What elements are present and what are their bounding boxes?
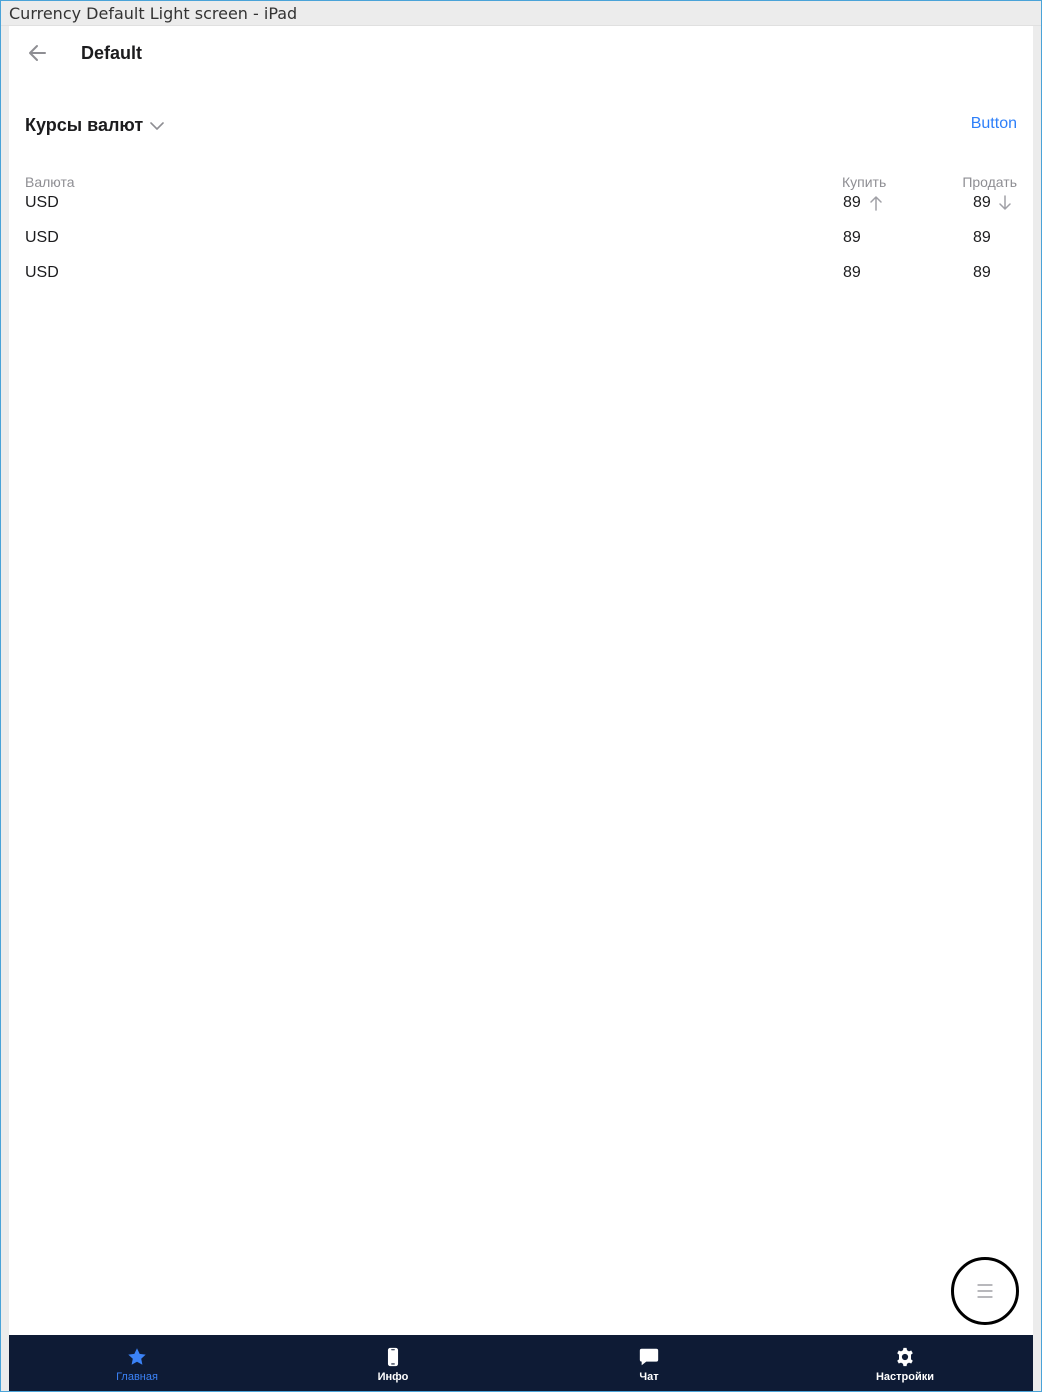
buy-rate: 89 (843, 229, 861, 246)
column-header-sell: Продать (962, 174, 1017, 190)
tab-info[interactable]: Инфо (265, 1335, 521, 1392)
tab-label: Инфо (377, 1371, 409, 1383)
buy-rate: 89 (843, 264, 861, 281)
table-row[interactable]: USD 89 89 (25, 262, 1017, 297)
currency-table: Валюта Купить Продать USD 89 89 USD 89 8… (25, 172, 1017, 297)
tab-chat[interactable]: Чат (521, 1335, 777, 1392)
page-title: Default (81, 43, 143, 63)
arrow-up-icon (869, 195, 883, 211)
sell-rate: 89 (973, 229, 991, 246)
tab-label: Настройки (875, 1371, 935, 1383)
frame-border-right (1033, 0, 1042, 1392)
tab-label: Чат (639, 1371, 659, 1383)
currency-code: USD (25, 194, 59, 211)
frame-title: Currency Default Light screen - iPad (0, 0, 1042, 26)
table-header: Валюта Купить Продать (25, 172, 1017, 192)
tab-home[interactable]: Главная (9, 1335, 265, 1392)
arrow-down-icon (998, 195, 1012, 211)
ipad-screen: Default Курсы валют Button Валюта Купить… (9, 26, 1033, 1392)
arrow-left-icon (29, 45, 46, 61)
column-header-buy: Купить (842, 174, 887, 190)
back-button[interactable] (25, 40, 51, 66)
tab-settings[interactable]: Настройки (777, 1335, 1033, 1392)
currency-code: USD (25, 229, 59, 246)
gear-icon (897, 1347, 913, 1367)
tab-label: Главная (116, 1371, 158, 1383)
header-action-button[interactable]: Button (971, 115, 1017, 133)
sell-rate: 89 (973, 194, 991, 211)
phone-icon (387, 1347, 399, 1367)
tab-bar: Главная Инфо Чат Настройки (9, 1335, 1033, 1392)
hamburger-menu-icon (977, 1284, 993, 1298)
chevron-down-icon[interactable] (149, 118, 165, 134)
menu-fab-button[interactable] (951, 1257, 1019, 1325)
star-icon (128, 1348, 146, 1365)
chat-bubble-icon (639, 1348, 659, 1366)
frame-border-left (0, 0, 9, 1392)
buy-rate: 89 (843, 194, 861, 211)
currency-rates-title[interactable]: Курсы валют (25, 115, 143, 136)
currency-code: USD (25, 264, 59, 281)
table-row[interactable]: USD 89 89 (25, 192, 1017, 227)
section-header: Курсы валют Button (25, 114, 1017, 140)
table-row[interactable]: USD 89 89 (25, 227, 1017, 262)
navigation-bar: Default (9, 26, 1033, 82)
sell-rate: 89 (973, 264, 991, 281)
column-header-currency: Валюта (25, 174, 75, 190)
